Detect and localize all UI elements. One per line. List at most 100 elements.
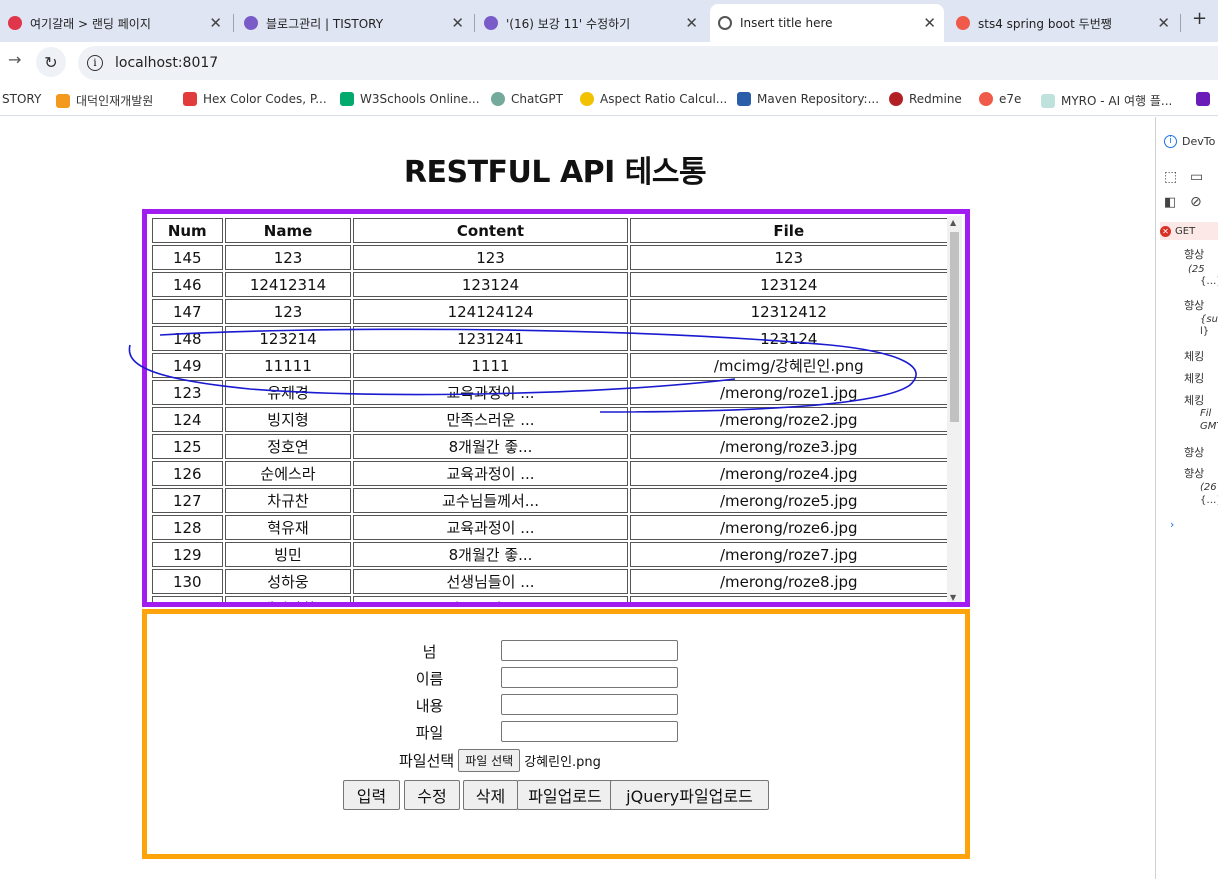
bookmark-item[interactable]: ChatGPT — [491, 92, 563, 106]
console-object[interactable]: (25 — [1188, 264, 1205, 275]
console-object[interactable]: l} — [1200, 326, 1209, 337]
bookmark-item[interactable]: Hex Color Codes, P... — [183, 92, 327, 106]
tab-4-active[interactable]: Insert title here ✕ — [710, 4, 944, 42]
table-row[interactable]: 147 123 124124124 12312412 — [152, 299, 948, 324]
close-icon[interactable]: ✕ — [1157, 14, 1170, 32]
name-input[interactable] — [501, 667, 678, 688]
inspect-element-icon[interactable]: ⬚ — [1164, 169, 1177, 185]
console-message[interactable]: 체킹 — [1184, 370, 1204, 386]
file-path-input[interactable] — [501, 721, 678, 742]
console-object[interactable]: {…} — [1200, 276, 1218, 287]
table-row[interactable]: 127 차규찬 교수님들께서.../merong/roze5.jpg — [152, 488, 948, 513]
bookmark-icon — [580, 92, 594, 106]
console-message[interactable]: 체킹 — [1184, 348, 1204, 364]
table-row[interactable]: 145 123 123 123 — [152, 245, 948, 270]
console-object[interactable]: Fil — [1200, 408, 1211, 419]
name-cell: 빙민 — [224, 542, 352, 567]
name-cell: 차규찬 — [224, 488, 352, 513]
bookmark-item[interactable]: Redmine — [889, 92, 962, 106]
bookmark-label: Hex Color Codes, P... — [203, 92, 327, 106]
num-cell: 128 — [152, 515, 223, 540]
num-input[interactable] — [501, 640, 678, 661]
address-bar[interactable]: i localhost:8017 — [78, 46, 1218, 80]
table-row[interactable]: 123 유제경 교육과정이 .../merong/roze1.jpg — [152, 380, 948, 405]
table-row[interactable]: 149 11111 1111/mcimg/강혜린인.png — [152, 353, 948, 378]
console-message[interactable]: 체킹 — [1184, 392, 1204, 408]
tab-3[interactable]: '(16) 보강 11' 수정하기 ✕ — [476, 4, 706, 42]
console-message[interactable]: 향상 — [1184, 465, 1204, 481]
console-message[interactable]: 향상 — [1184, 246, 1204, 262]
vertical-scrollbar[interactable]: ▲ ▼ — [947, 216, 962, 602]
device-toolbar-icon[interactable]: ▭ — [1190, 169, 1203, 185]
tab-5[interactable]: sts4 spring boot 두번쨍 ✕ — [948, 4, 1178, 42]
scroll-up-icon[interactable]: ▲ — [950, 218, 956, 227]
bookmark-item[interactable]: Aspect Ratio Calcul... — [580, 92, 727, 106]
table-row[interactable]: 130 성하웅 선생님들이 .../merong/roze8.jpg — [152, 569, 948, 594]
bookmark-item[interactable]: Maven Repository:... — [737, 92, 879, 106]
console-message[interactable]: 향상 — [1184, 297, 1204, 313]
table-row[interactable]: 131채리나화만족스러운 .../merong/roze9.jpg — [152, 596, 948, 602]
table-row[interactable]: 146 12412314 123124 123124 — [152, 272, 948, 297]
file-cell: 12312412 — [629, 299, 948, 324]
chevron-right-icon[interactable]: › — [1170, 518, 1174, 531]
table-row[interactable]: 148 123214 1231241 123124 — [152, 326, 948, 351]
scroll-thumb[interactable] — [950, 232, 959, 422]
bookmark-item[interactable] — [1196, 92, 1216, 106]
table-row[interactable]: 124 빙지형 만족스러운 .../merong/roze2.jpg — [152, 407, 948, 432]
close-icon[interactable]: ✕ — [923, 14, 936, 32]
num-cell: 123 — [152, 380, 223, 405]
new-tab-button[interactable]: + — [1192, 8, 1207, 29]
table-body: 145 123 123 123 146 12412314 123124 123124 147 12… — [152, 245, 948, 602]
close-icon[interactable]: ✕ — [209, 14, 222, 32]
table-row[interactable]: 129 빙민 8개월간 좋.../merong/roze7.jpg — [152, 542, 948, 567]
content-cell: 만족스러운 ... — [353, 407, 628, 432]
bookmark-icon — [56, 93, 70, 108]
table-row[interactable]: 128 혁유재 교육과정이 .../merong/roze6.jpg — [152, 515, 948, 540]
console-error-row[interactable]: ✕ GET — [1160, 222, 1218, 240]
choose-file-button[interactable]: 파일 선택 — [458, 749, 521, 772]
content-cell: 교수님들께서... — [353, 488, 628, 513]
bookmark-item[interactable]: e7e — [979, 92, 1021, 106]
content-cell: 만족스러운 ... — [353, 596, 628, 602]
delete-button[interactable]: 삭제 — [463, 780, 518, 810]
console-object[interactable]: {su — [1200, 314, 1218, 325]
sidebar-toggle-icon[interactable]: ◧ — [1164, 195, 1176, 210]
console-message[interactable]: 향상 — [1184, 444, 1204, 460]
tab-2[interactable]: 블로그관리 | TISTORY ✕ — [236, 4, 472, 42]
table-row[interactable]: 125 정호연 8개월간 좋.../merong/roze3.jpg — [152, 434, 948, 459]
bookmark-item[interactable]: 대덕인재개발원 — [56, 92, 153, 109]
content-input[interactable] — [501, 694, 678, 715]
table-scroll-area[interactable]: Num Name Content File 145 123 123 123 146 124… — [150, 216, 950, 602]
name-cell: 채리나화 — [224, 596, 352, 602]
console-object[interactable]: (26 — [1200, 482, 1217, 493]
forward-icon[interactable]: → — [8, 50, 21, 69]
info-icon[interactable]: i — [87, 55, 103, 71]
console-object[interactable]: {…} — [1200, 495, 1218, 506]
bookmark-icon — [979, 92, 993, 106]
insert-button[interactable]: 입력 — [343, 780, 400, 810]
tab-1[interactable]: 여기갈래 > 랜딩 페이지 ✕ — [0, 4, 230, 42]
jquery-file-upload-button[interactable]: jQuery파일업로드 — [610, 780, 769, 810]
url-text[interactable]: localhost:8017 — [115, 55, 218, 71]
tab-title: 블로그관리 | TISTORY — [266, 16, 384, 31]
bookmark-item[interactable]: MYRO - AI 여행 플... — [1041, 92, 1172, 109]
update-button[interactable]: 수정 — [404, 780, 460, 810]
name-cell: 12412314 — [224, 272, 352, 297]
bookmark-item[interactable]: W3Schools Online... — [340, 92, 480, 106]
clear-console-icon[interactable]: ⊘ — [1190, 194, 1202, 210]
site-favicon-icon — [956, 16, 970, 30]
close-icon[interactable]: ✕ — [451, 14, 464, 32]
console-object[interactable]: GMT — [1200, 421, 1218, 432]
file-upload-button[interactable]: 파일업로드 — [517, 780, 613, 810]
site-favicon-icon — [484, 16, 498, 30]
name-cell: 정호연 — [224, 434, 352, 459]
bookmark-item[interactable]: STORY — [2, 92, 41, 106]
selected-file-name: 강혜린인.png — [524, 755, 601, 770]
num-label: 넘 — [422, 643, 437, 661]
reload-icon[interactable]: ↻ — [36, 47, 66, 77]
table-row[interactable]: 126 순에스라 교육과정이 .../merong/roze4.jpg — [152, 461, 948, 486]
close-icon[interactable]: ✕ — [685, 14, 698, 32]
scroll-down-icon[interactable]: ▼ — [950, 593, 956, 602]
devtools-header[interactable]: i DevTo — [1164, 135, 1215, 148]
file-cell: /merong/roze7.jpg — [629, 542, 948, 567]
